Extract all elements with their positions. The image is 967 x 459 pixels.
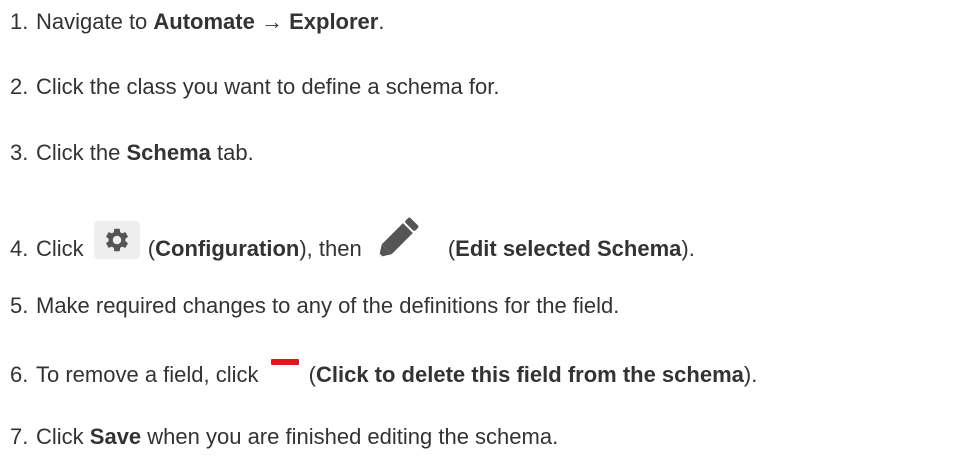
step-6: 6. To remove a field, click (Click to del…	[10, 359, 758, 388]
step-number: 3.	[10, 140, 29, 165]
gear-icon[interactable]	[93, 221, 140, 259]
step-1: 1. Navigate to Automate → Explorer.	[10, 9, 384, 35]
gear-icon-graphic	[105, 228, 128, 252]
step-text: Navigate to	[36, 9, 154, 34]
menu-explorer: Explorer	[289, 9, 379, 34]
step-number: 7.	[10, 424, 29, 449]
step-text-end: when you are finished editing the schema…	[141, 424, 559, 449]
step-text-end: ).	[681, 235, 695, 261]
step-7: 7. Click Save when you are finished editi…	[10, 424, 558, 450]
step-text: Click	[36, 424, 90, 449]
save-label: Save	[89, 424, 142, 449]
minus-bar	[270, 359, 299, 366]
edit-selected-schema-label: Edit selected Schema	[455, 235, 682, 261]
schema-tab-label: Schema	[126, 140, 211, 165]
step-number: 4.	[10, 235, 29, 261]
step-number: 5.	[10, 293, 29, 318]
arrow-separator: →	[254, 9, 290, 34]
configuration-label: Configuration	[155, 235, 300, 261]
step-number: 2.	[10, 74, 29, 99]
step-text: Click	[36, 235, 84, 261]
step-text: Click the	[36, 140, 127, 165]
step-2: 2. Click the class you want to define a s…	[10, 74, 499, 100]
pencil-icon-graphic	[378, 217, 419, 258]
pencil-icon[interactable]	[368, 214, 428, 262]
step-text: Make required changes to any of the defi…	[36, 293, 620, 318]
step-4: 4. Click (Configuration), then (Edit sele…	[10, 217, 695, 274]
minus-icon[interactable]	[270, 355, 299, 377]
step-text: Click the class you want to define a sch…	[36, 74, 500, 99]
delete-field-label: Click to delete this field from the sche…	[315, 362, 744, 387]
step-number: 1.	[10, 9, 29, 34]
step-text-end: .	[378, 9, 385, 34]
step-5: 5. Make required changes to any of the de…	[10, 293, 619, 319]
step-text: To remove a field, click	[36, 362, 259, 387]
step-text-end: ).	[743, 362, 758, 387]
paren-open: (	[308, 362, 316, 387]
step-3: 3. Click the Schema tab.	[10, 140, 254, 166]
instruction-steps: 1. Navigate to Automate → Explorer. 2. Cli…	[10, 0, 965, 459]
step-number: 6.	[10, 362, 29, 387]
step-text-middle: ), then	[299, 235, 362, 261]
step-text-end: tab.	[210, 140, 254, 165]
menu-automate: Automate	[153, 9, 255, 34]
